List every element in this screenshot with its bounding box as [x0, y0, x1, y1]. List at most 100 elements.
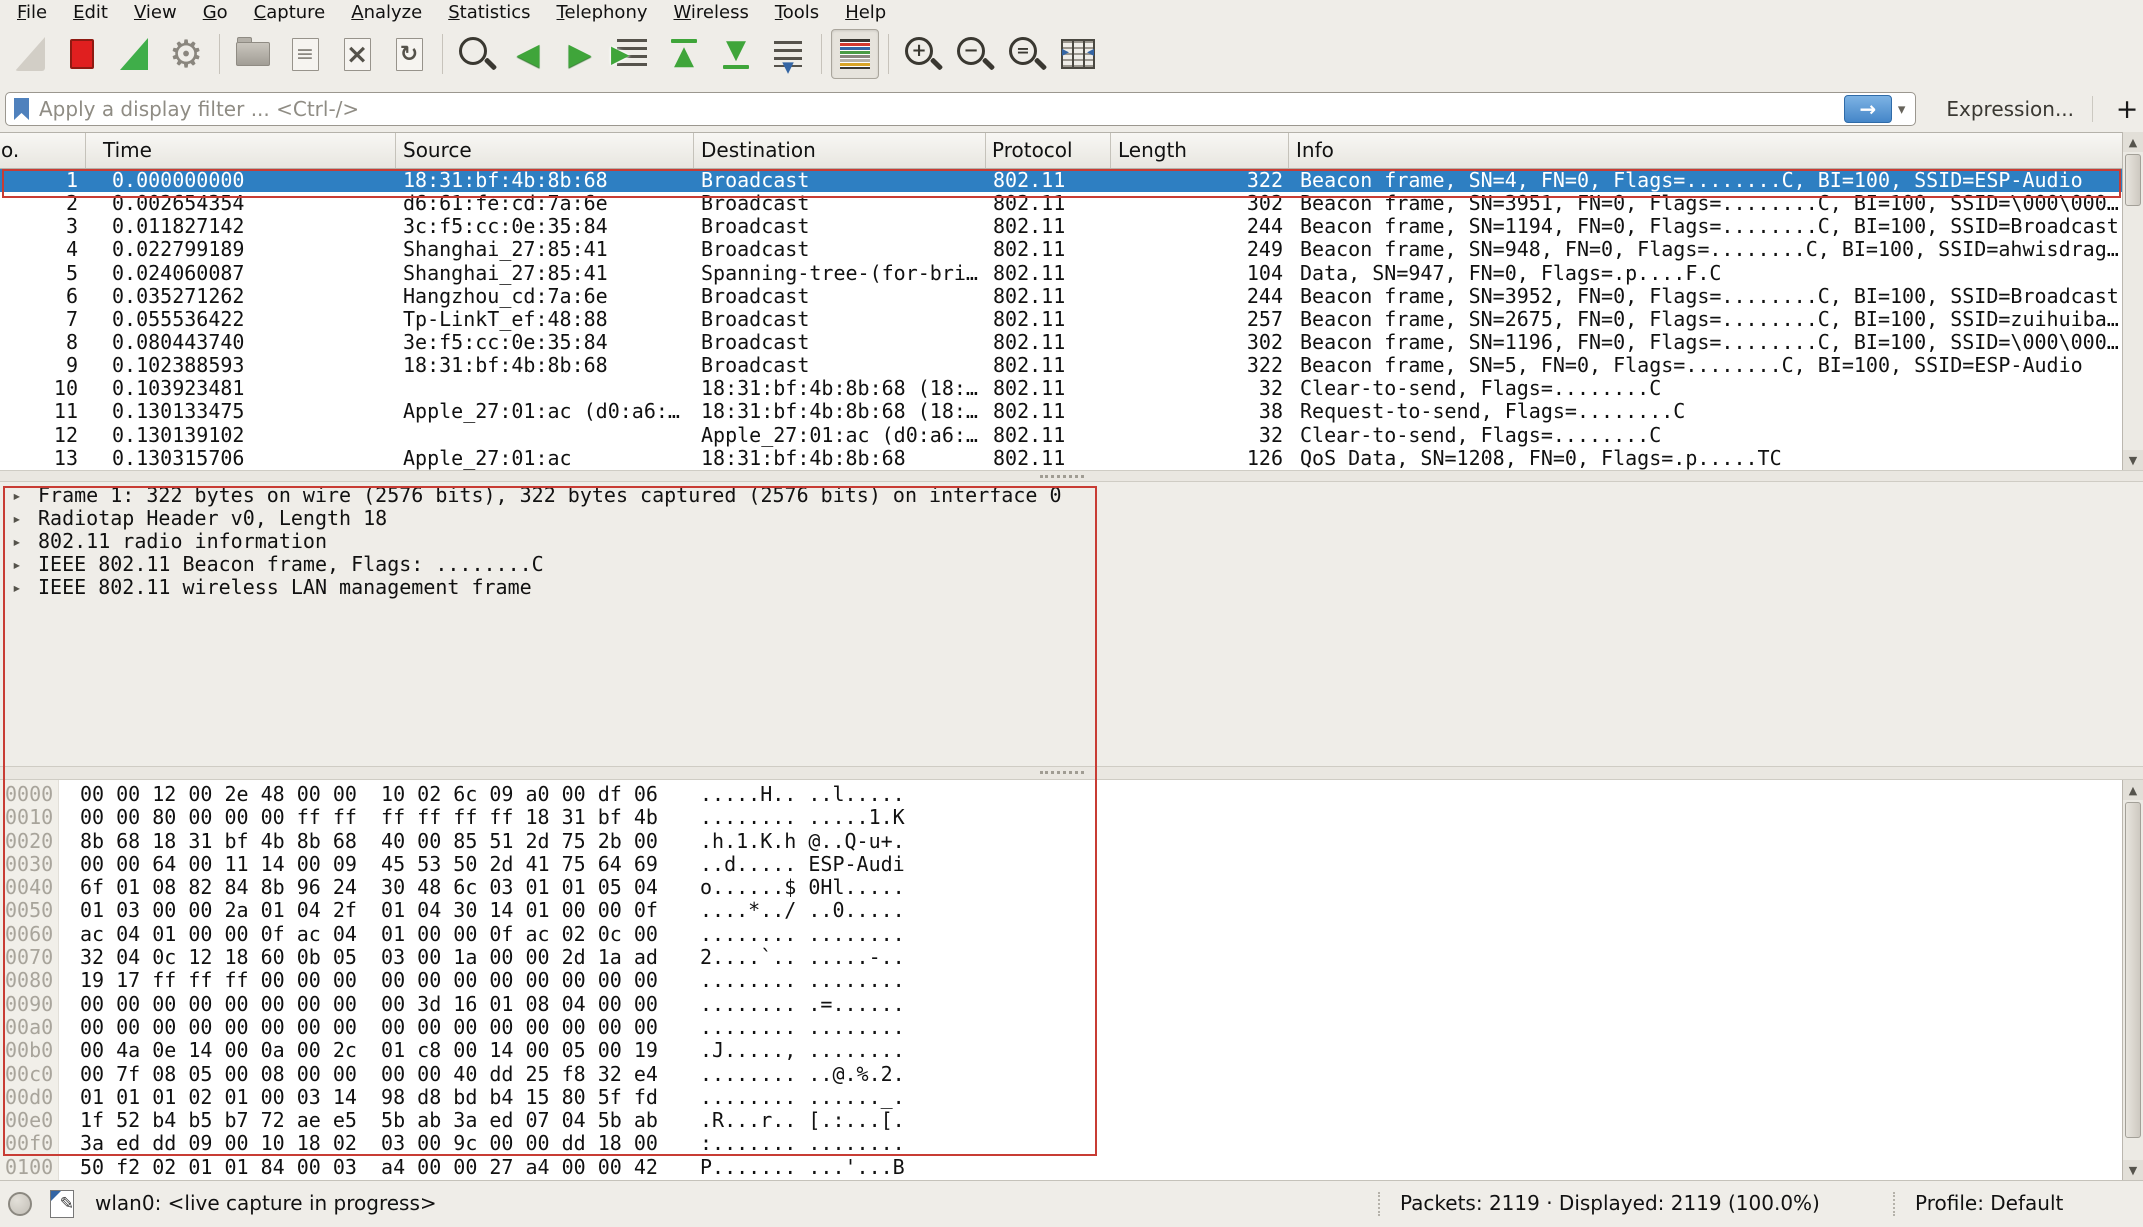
packet-row[interactable]: 100.10392348118:31:bf:4b:8b:68 (18:…802.…	[0, 377, 2122, 400]
divider-handle-icon[interactable]	[1040, 475, 1084, 478]
filter-bookmark-icon[interactable]	[14, 98, 29, 120]
scroll-up-icon[interactable]: ▲	[2123, 780, 2143, 800]
last-button[interactable]	[712, 29, 760, 79]
expression-button[interactable]: Expression...	[1946, 97, 2074, 121]
hex-row[interactable]: 007032 04 0c 12 18 60 0b 05 03 00 1a 00 …	[0, 946, 2122, 969]
hex-row[interactable]: 005001 03 00 00 2a 01 04 2f 01 04 30 14 …	[0, 899, 2122, 922]
hex-row[interactable]: 00208b 68 18 31 bf 4b 8b 68 40 00 85 51 …	[0, 830, 2122, 853]
column-divider[interactable]	[1288, 133, 1289, 168]
packet-row[interactable]: 40.022799189Shanghai_27:85:41Broadcast80…	[0, 238, 2122, 261]
menu-go[interactable]: Go	[190, 2, 241, 23]
zoom-orig-button[interactable]	[1002, 29, 1050, 79]
menu-statistics[interactable]: Statistics	[435, 2, 543, 23]
detail-line[interactable]: ▸Radiotap Header v0, Length 18	[0, 507, 2143, 530]
capture-comment-icon[interactable]	[50, 1190, 74, 1218]
column-header-time[interactable]: Time	[103, 138, 152, 162]
find-button[interactable]	[452, 29, 500, 79]
restart-button[interactable]	[110, 29, 158, 79]
hex-row[interactable]: 001000 00 80 00 00 00 ff ff ff ff ff ff …	[0, 806, 2122, 829]
detail-line[interactable]: ▸Frame 1: 322 bytes on wire (2576 bits),…	[0, 484, 2143, 507]
detail-line[interactable]: ▸802.11 radio information	[0, 530, 2143, 553]
expander-icon[interactable]: ▸	[12, 553, 22, 576]
options-button[interactable]	[162, 29, 210, 79]
packet-row[interactable]: 90.10238859318:31:bf:4b:8b:68Broadcast80…	[0, 354, 2122, 377]
colorize-button[interactable]	[831, 29, 879, 79]
first-button[interactable]	[660, 29, 708, 79]
filter-dropdown-caret-icon[interactable]: ▾	[1898, 100, 1906, 118]
profile-text[interactable]: Profile: Default	[1915, 1191, 2063, 1215]
packet-row[interactable]: 80.0804437403e:f5:cc:0e:35:84Broadcast80…	[0, 331, 2122, 354]
column-divider[interactable]	[85, 133, 86, 168]
hex-row[interactable]: 00c000 7f 08 05 00 08 00 00 00 00 40 dd …	[0, 1063, 2122, 1086]
resize-button[interactable]	[1054, 29, 1102, 79]
packet-row[interactable]: 10.00000000018:31:bf:4b:8b:68Broadcast80…	[0, 169, 2122, 192]
zoom-in-button[interactable]	[898, 29, 946, 79]
display-filter-input[interactable]	[29, 96, 1844, 122]
expert-info-icon[interactable]	[8, 1192, 32, 1216]
expander-icon[interactable]: ▸	[12, 530, 22, 553]
hex-row[interactable]: 00b000 4a 0e 14 00 0a 00 2c 01 c8 00 14 …	[0, 1039, 2122, 1062]
packet-list-scrollbar[interactable]: ▲ ▼	[2122, 132, 2143, 470]
back-button[interactable]	[504, 29, 552, 79]
menu-view[interactable]: View	[121, 2, 190, 23]
pane-divider-top[interactable]	[0, 470, 2143, 482]
menu-capture[interactable]: Capture	[241, 2, 339, 23]
scroll-down-icon[interactable]: ▼	[2123, 1160, 2143, 1180]
stop-button[interactable]	[58, 29, 106, 79]
hex-pane-scrollbar[interactable]: ▲ ▼	[2122, 780, 2143, 1180]
apply-filter-button[interactable]: →	[1844, 95, 1892, 123]
save-button[interactable]	[281, 29, 329, 79]
hex-row[interactable]: 00406f 01 08 82 84 8b 96 24 30 48 6c 03 …	[0, 876, 2122, 899]
packet-row[interactable]: 50.024060087Shanghai_27:85:41Spanning-tr…	[0, 262, 2122, 285]
close-button[interactable]	[333, 29, 381, 79]
menu-edit[interactable]: Edit	[60, 2, 121, 23]
packet-row[interactable]: 70.055536422Tp-LinkT_ef:48:88Broadcast80…	[0, 308, 2122, 331]
column-header-source[interactable]: Source	[403, 138, 472, 162]
scrollbar-thumb[interactable]	[2125, 802, 2141, 1138]
menu-wireless[interactable]: Wireless	[661, 2, 762, 23]
column-divider[interactable]	[985, 133, 986, 168]
reload-button[interactable]	[385, 29, 433, 79]
menu-analyze[interactable]: Analyze	[338, 2, 435, 23]
column-divider[interactable]	[693, 133, 694, 168]
hex-row[interactable]: 0060ac 04 01 00 00 0f ac 04 01 00 00 0f …	[0, 923, 2122, 946]
packet-row[interactable]: 120.130139102Apple_27:01:ac (d0:a6:…802.…	[0, 424, 2122, 447]
column-header-info[interactable]: Info	[1296, 138, 1334, 162]
start-button[interactable]	[6, 29, 54, 79]
scroll-down-icon[interactable]: ▼	[2123, 450, 2143, 470]
hex-row[interactable]: 00e01f 52 b4 b5 b7 72 ae e5 5b ab 3a ed …	[0, 1109, 2122, 1132]
expander-icon[interactable]: ▸	[12, 507, 22, 530]
packet-row[interactable]: 60.035271262Hangzhou_cd:7a:6eBroadcast80…	[0, 285, 2122, 308]
autoscroll-button[interactable]	[764, 29, 812, 79]
forward-button[interactable]	[556, 29, 604, 79]
packet-row[interactable]: 130.130315706Apple_27:01:ac18:31:bf:4b:8…	[0, 447, 2122, 470]
column-divider[interactable]	[1110, 133, 1111, 168]
column-header-destination[interactable]: Destination	[701, 138, 816, 162]
zoom-out-button[interactable]	[950, 29, 998, 79]
hex-row[interactable]: 003000 00 64 00 11 14 00 09 45 53 50 2d …	[0, 853, 2122, 876]
scroll-up-icon[interactable]: ▲	[2123, 132, 2143, 152]
column-header-length[interactable]: Length	[1118, 138, 1187, 162]
menu-help[interactable]: Help	[832, 2, 899, 23]
packet-row[interactable]: 20.002654354d6:61:fe:cd:7a:6eBroadcast80…	[0, 192, 2122, 215]
packet-row[interactable]: 110.130133475Apple_27:01:ac (d0:a6:…18:3…	[0, 400, 2122, 423]
hex-row[interactable]: 010050 f2 02 01 01 84 00 03 a4 00 00 27 …	[0, 1156, 2122, 1179]
menu-telephony[interactable]: Telephony	[544, 2, 661, 23]
column-divider[interactable]	[395, 133, 396, 168]
hex-row[interactable]: 00a000 00 00 00 00 00 00 00 00 00 00 00 …	[0, 1016, 2122, 1039]
scrollbar-thumb[interactable]	[2125, 154, 2141, 206]
divider-handle-icon[interactable]	[1040, 771, 1084, 774]
display-filter-box[interactable]: → ▾	[5, 92, 1916, 126]
column-header-no[interactable]: No.	[0, 138, 19, 162]
hex-row[interactable]: 00f03a ed dd 09 00 10 18 02 03 00 9c 00 …	[0, 1132, 2122, 1155]
menu-tools[interactable]: Tools	[762, 2, 832, 23]
hex-row[interactable]: 00d001 01 01 02 01 00 03 14 98 d8 bd b4 …	[0, 1086, 2122, 1109]
packet-row[interactable]: 30.0118271423c:f5:cc:0e:35:84Broadcast80…	[0, 215, 2122, 238]
expander-icon[interactable]: ▸	[12, 576, 22, 599]
hex-row[interactable]: 009000 00 00 00 00 00 00 00 00 3d 16 01 …	[0, 993, 2122, 1016]
open-button[interactable]	[229, 29, 277, 79]
detail-line[interactable]: ▸IEEE 802.11 Beacon frame, Flags: ......…	[0, 553, 2143, 576]
pane-divider-bottom[interactable]	[0, 766, 2143, 780]
goto-button[interactable]	[608, 29, 656, 79]
hex-row[interactable]: 008019 17 ff ff ff 00 00 00 00 00 00 00 …	[0, 969, 2122, 992]
